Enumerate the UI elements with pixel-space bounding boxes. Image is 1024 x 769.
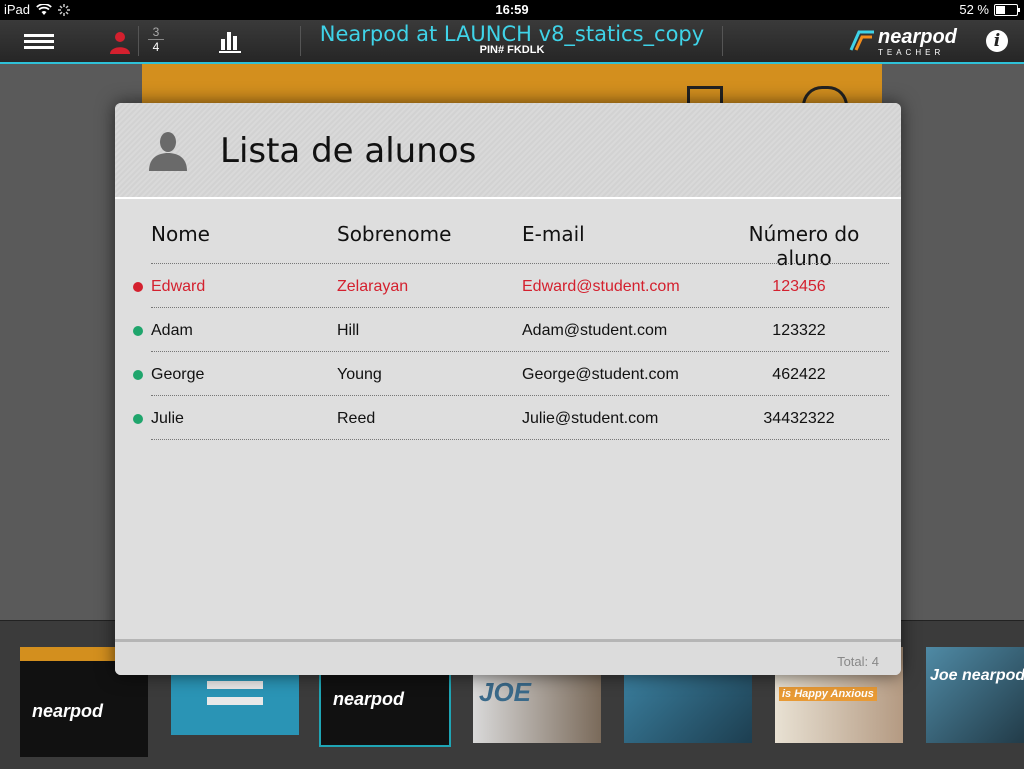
nav-divider bbox=[138, 26, 139, 56]
student-table: Nome Sobrenome E-mail Número do aluno Ed… bbox=[115, 220, 901, 440]
clock: 16:59 bbox=[495, 2, 529, 17]
student-surname: Hill bbox=[337, 322, 360, 339]
student-name: Julie bbox=[151, 410, 184, 427]
status-dot bbox=[133, 370, 143, 380]
student-surname: Zelarayan bbox=[337, 278, 409, 295]
student-surname: Young bbox=[337, 366, 382, 383]
student-surname: Reed bbox=[337, 410, 376, 427]
student-avatar-icon bbox=[149, 132, 187, 171]
student-name: Edward bbox=[151, 278, 206, 295]
status-bar: iPad 16:59 52 % bbox=[0, 0, 1024, 20]
menu-list-icon[interactable] bbox=[24, 34, 54, 52]
list-line bbox=[207, 697, 263, 705]
status-dot bbox=[133, 282, 143, 292]
thumbnail-label: is Happy Anxious bbox=[779, 687, 877, 701]
row-separator bbox=[151, 439, 889, 440]
thumbnail-label: nearpod bbox=[32, 701, 104, 721]
brand-name: nearpod bbox=[878, 26, 957, 48]
thumbnail-label: Joe nearpod bbox=[930, 667, 1024, 684]
student-email: Edward@student.com bbox=[522, 278, 680, 295]
battery-percent: 52 % bbox=[959, 2, 989, 17]
top-nav-bar: 3 4 Nearpod at LAUNCH v8_statics_copy PI… bbox=[0, 20, 1024, 64]
table-header: Nome Sobrenome E-mail Número do aluno bbox=[115, 220, 901, 270]
info-icon[interactable]: i bbox=[986, 30, 1008, 52]
count-total: 4 bbox=[152, 40, 160, 54]
brand-subtitle: TEACHER bbox=[878, 48, 945, 57]
column-header-name: Nome bbox=[151, 222, 210, 246]
status-dot bbox=[133, 414, 143, 424]
column-header-surname: Sobrenome bbox=[337, 222, 452, 246]
table-row[interactable]: Julie Reed Julie@student.com 34432322 bbox=[115, 396, 901, 440]
thumbnail-label: JOE bbox=[479, 677, 532, 707]
modal-title: Lista de alunos bbox=[220, 131, 477, 171]
modal-header: Lista de alunos bbox=[115, 103, 901, 199]
presentation-title: Nearpod at LAUNCH v8_statics_copy PIN# F… bbox=[300, 20, 724, 56]
student-email: George@student.com bbox=[522, 366, 679, 383]
student-count: 3 4 bbox=[148, 25, 164, 54]
student-total: Total: 4 bbox=[837, 654, 879, 669]
student-name: George bbox=[151, 366, 205, 383]
student-email: Adam@student.com bbox=[522, 322, 668, 339]
table-row[interactable]: Edward Zelarayan Edward@student.com 1234… bbox=[115, 264, 901, 308]
nearpod-logo-icon bbox=[849, 30, 874, 51]
student-number: 34432322 bbox=[763, 410, 835, 427]
battery-icon bbox=[994, 3, 1020, 16]
student-email: Julie@student.com bbox=[522, 410, 659, 427]
student-number: 462422 bbox=[772, 366, 826, 383]
table-row[interactable]: George Young George@student.com 462422 bbox=[115, 352, 901, 396]
status-dot bbox=[133, 326, 143, 336]
modal-footer: Total: 4 bbox=[115, 639, 901, 675]
student-name: Adam bbox=[151, 322, 193, 339]
presentation-name: Nearpod at LAUNCH v8_statics_copy bbox=[319, 22, 705, 46]
count-connected: 3 bbox=[148, 25, 164, 40]
student-number: 123456 bbox=[772, 278, 826, 295]
student-icon[interactable] bbox=[108, 30, 132, 54]
bar-chart-icon[interactable] bbox=[218, 28, 244, 54]
list-line bbox=[207, 681, 263, 689]
thumbnail-label: nearpod bbox=[333, 689, 405, 709]
nav-divider bbox=[722, 26, 723, 56]
slide-thumbnail[interactable]: Joe nearpod bbox=[926, 647, 1024, 743]
nearpod-teacher-logo: nearpod TEACHER bbox=[848, 26, 960, 58]
table-row[interactable]: Adam Hill Adam@student.com 123322 bbox=[115, 308, 901, 352]
column-header-email: E-mail bbox=[522, 222, 585, 246]
student-list-modal: Lista de alunos Nome Sobrenome E-mail Nú… bbox=[115, 103, 901, 675]
student-number: 123322 bbox=[772, 322, 826, 339]
